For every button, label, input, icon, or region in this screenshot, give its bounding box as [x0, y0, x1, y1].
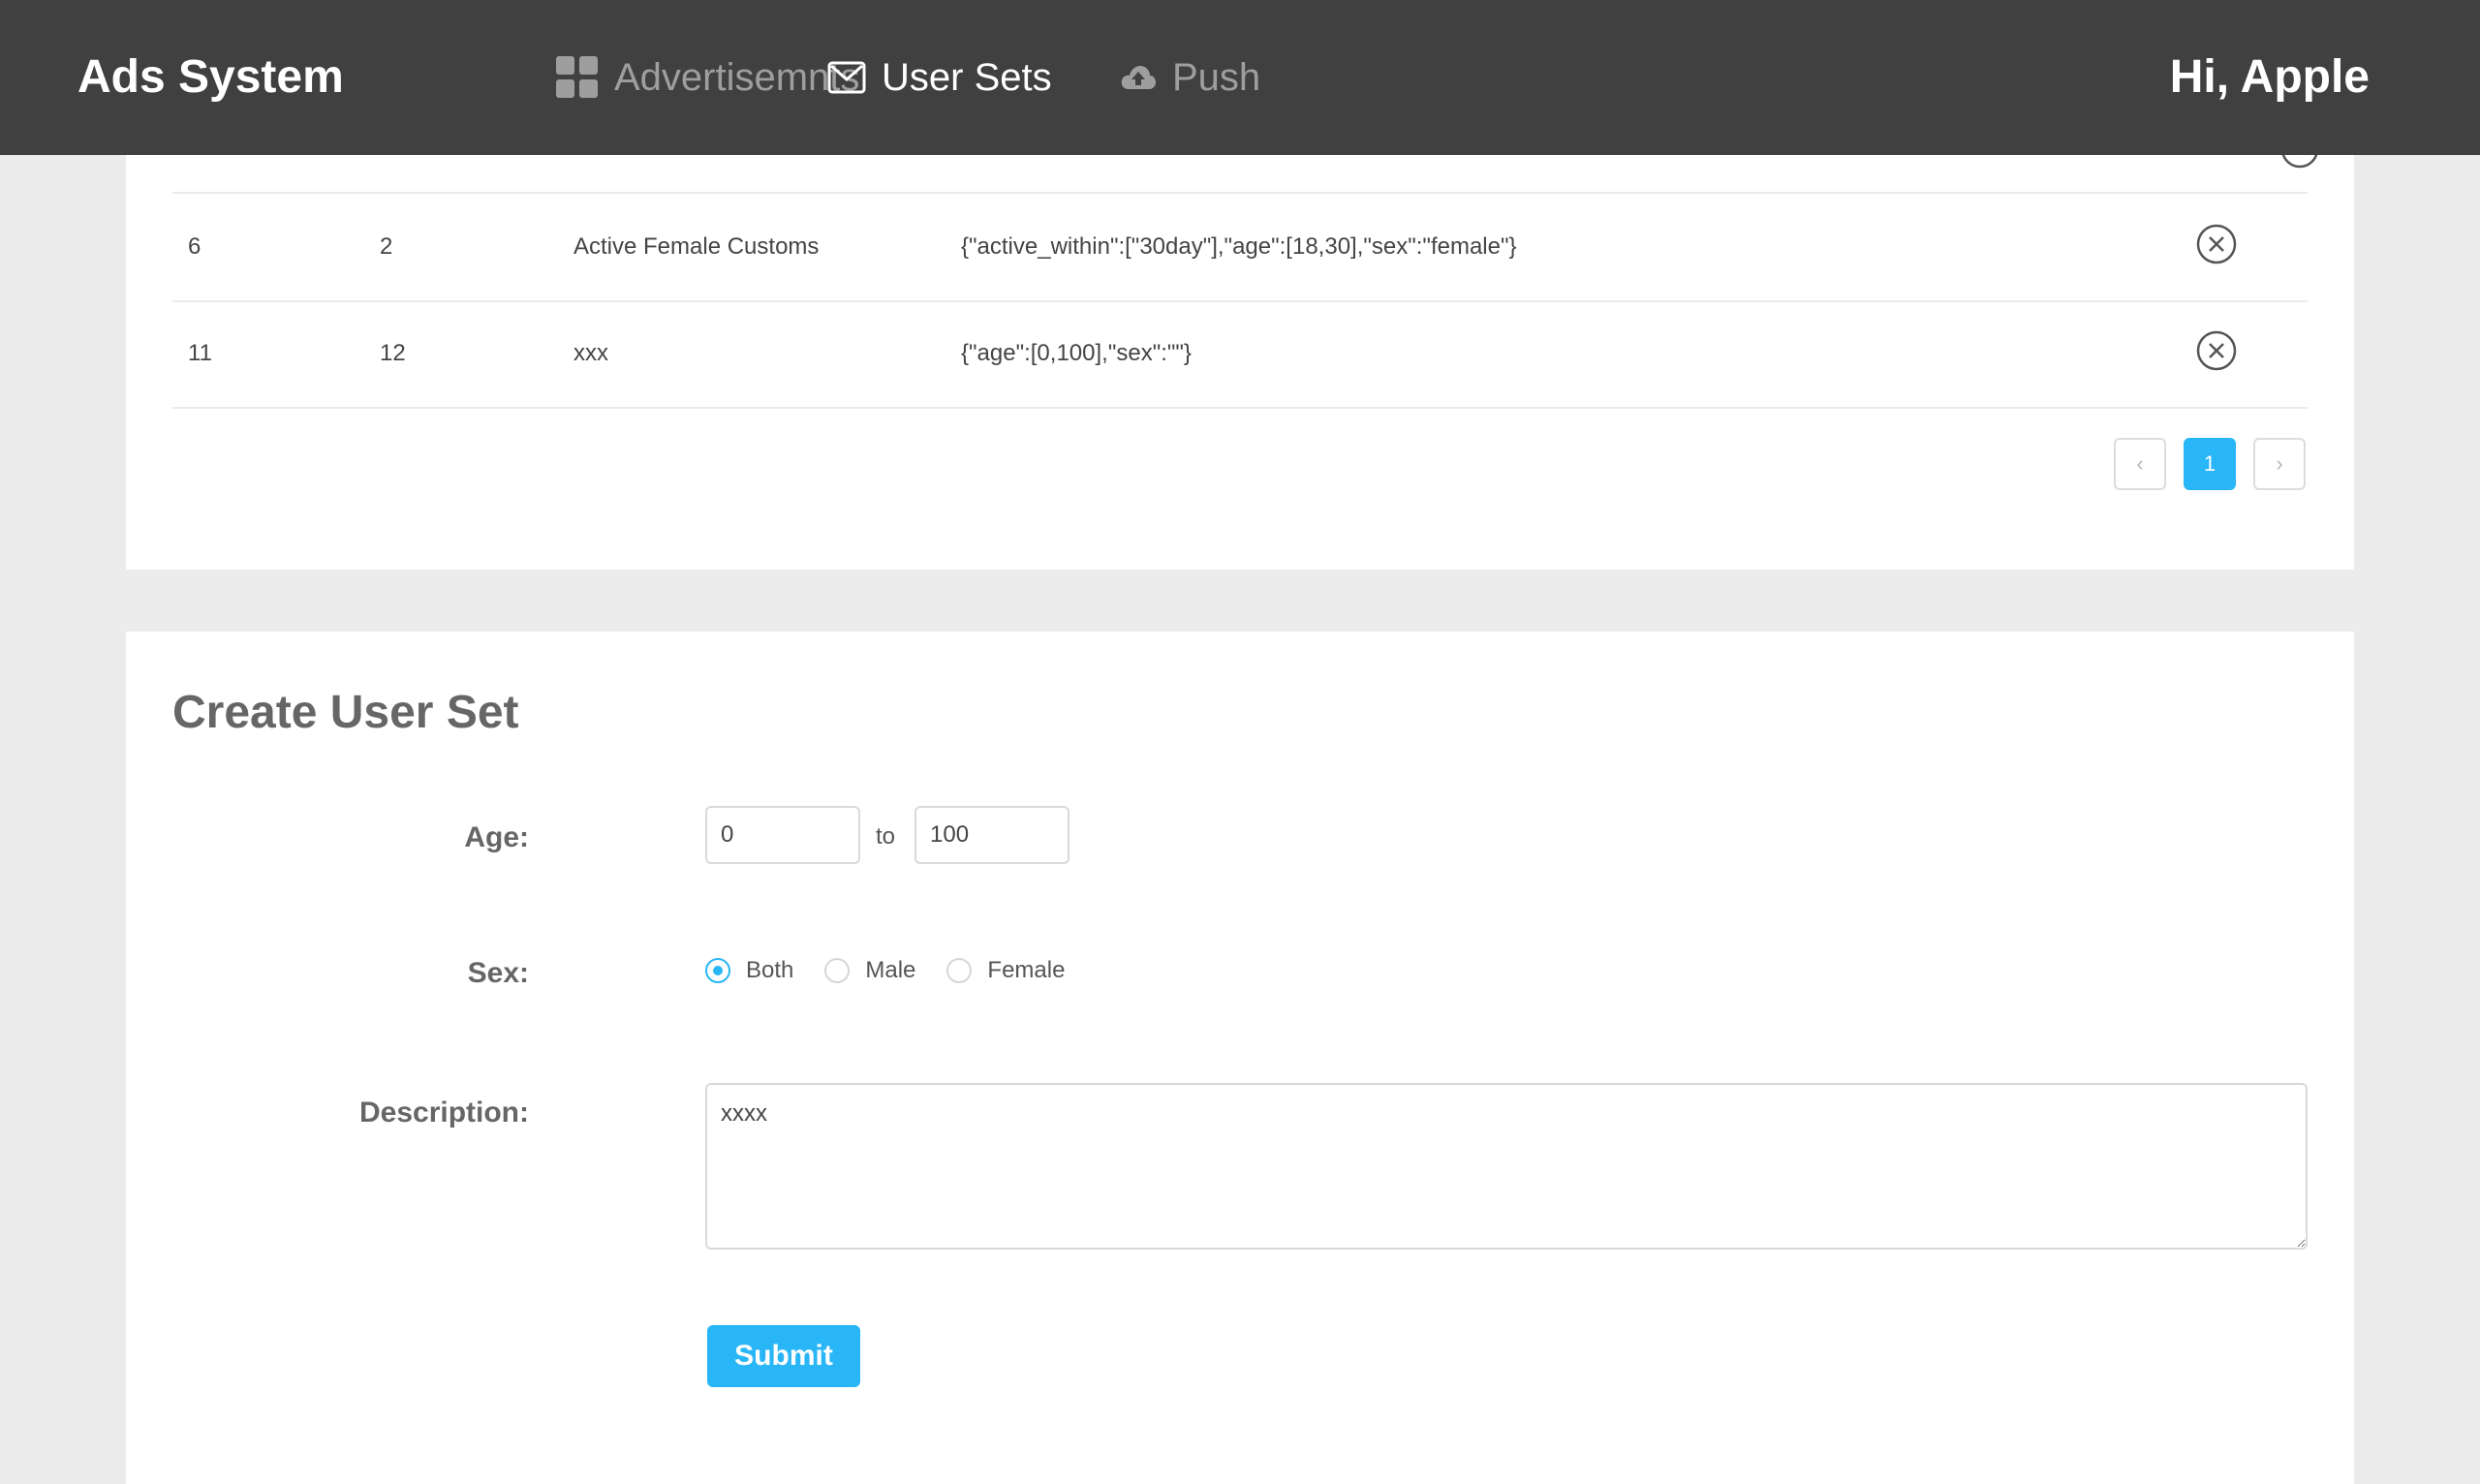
- sex-radio-group: Both Male Female: [705, 957, 1096, 984]
- nav-push-label: Push: [1172, 56, 1261, 99]
- row-count: 12: [380, 340, 406, 366]
- pagination-next-button[interactable]: ›: [2253, 438, 2306, 490]
- row-id: 6: [188, 233, 202, 260]
- grid-icon: [556, 56, 599, 99]
- delete-row-button[interactable]: [2195, 223, 2238, 265]
- envelope-icon: [827, 61, 866, 94]
- row-conditions: {"age":[0,100],"sex":""}: [961, 340, 1192, 366]
- form-title: Create User Set: [172, 687, 519, 738]
- pagination-prev-button[interactable]: ‹: [2114, 438, 2166, 490]
- sex-option-label: Both: [746, 957, 794, 983]
- user-sets-card: 6 2 Active Female Customs {"active_withi…: [126, 97, 2354, 570]
- nav-advertisements[interactable]: Advertisemnts: [556, 48, 859, 107]
- row-description: xxx: [574, 340, 608, 366]
- radio-unchecked-icon[interactable]: [824, 958, 851, 983]
- close-circle-icon[interactable]: [2280, 155, 2319, 194]
- table-row: 6 2 Active Female Customs {"active_withi…: [172, 194, 2308, 302]
- delete-row-button[interactable]: [2195, 329, 2238, 372]
- radio-checked-icon[interactable]: [705, 958, 730, 983]
- chevron-right-icon: ›: [2276, 451, 2283, 476]
- chevron-left-icon: ‹: [2136, 451, 2144, 476]
- pagination-page-1[interactable]: 1: [2184, 438, 2236, 490]
- age-max-input[interactable]: [914, 806, 1070, 864]
- nav-user-sets-label: User Sets: [882, 56, 1052, 99]
- brand-title[interactable]: Ads System: [78, 48, 344, 107]
- age-min-input[interactable]: [705, 806, 860, 864]
- submit-button[interactable]: Submit: [707, 1325, 860, 1387]
- row-id: 11: [188, 340, 212, 366]
- nav-push[interactable]: Push: [1120, 48, 1260, 107]
- age-label: Age:: [464, 821, 529, 853]
- nav-advertisements-label: Advertisemnts: [614, 56, 860, 99]
- row-conditions: {"active_within":["30day"],"age":[18,30]…: [961, 233, 1517, 260]
- close-circle-icon: [2196, 330, 2237, 371]
- row-count: 2: [380, 233, 393, 260]
- sex-option-label: Female: [987, 957, 1066, 983]
- age-to-label: to: [876, 823, 896, 850]
- sex-option-male[interactable]: Male: [824, 957, 915, 984]
- cloud-upload-icon: [1120, 64, 1157, 91]
- user-greeting[interactable]: Hi, Apple: [2170, 48, 2370, 107]
- description-label: Description:: [358, 1097, 529, 1128]
- sex-option-female[interactable]: Female: [946, 957, 1065, 984]
- top-nav-bar: Ads System Advertisemnts User Sets Push …: [0, 0, 2480, 155]
- radio-unchecked-icon[interactable]: [946, 958, 973, 983]
- close-circle-icon: [2196, 224, 2237, 264]
- description-textarea[interactable]: xxxx: [705, 1083, 2308, 1250]
- sex-option-both[interactable]: Both: [705, 957, 793, 984]
- sex-option-label: Male: [865, 957, 916, 983]
- nav-user-sets[interactable]: User Sets: [827, 48, 1052, 107]
- row-description: Active Female Customs: [574, 233, 820, 260]
- table-row: 11 12 xxx {"age":[0,100],"sex":""}: [172, 300, 2308, 409]
- sex-label: Sex:: [467, 957, 529, 989]
- create-user-set-card: Create User Set Age: to Sex: Both Male F…: [126, 632, 2354, 1484]
